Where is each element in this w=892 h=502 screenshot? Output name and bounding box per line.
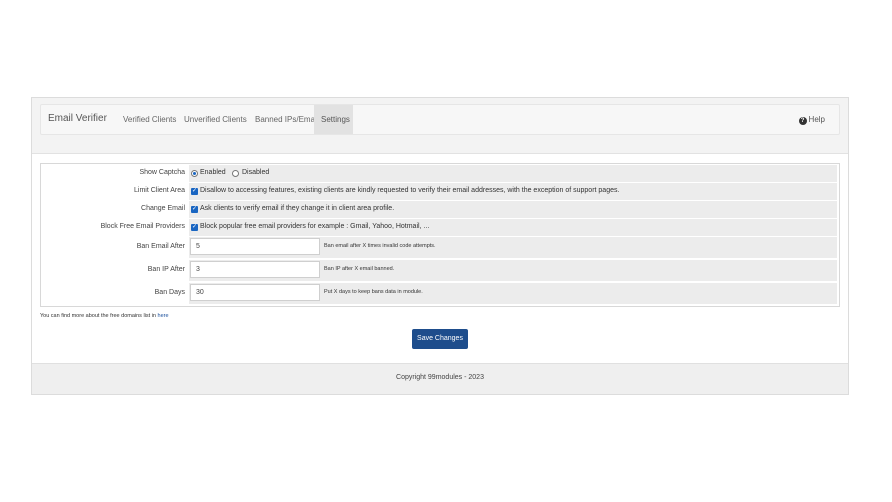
captcha-disabled-label: Disabled	[242, 169, 270, 176]
block-free-email-field: ✓ Block popular free email providers for…	[189, 219, 837, 236]
ban-days-label: Ban Days	[154, 289, 185, 296]
tab-unverified-clients[interactable]: Unverified Clients	[177, 105, 254, 134]
navbar: Email Verifier Verified Clients Unverifi…	[40, 104, 840, 135]
settings-form: Show Captcha Enabled Disabled Limit Clie…	[40, 163, 840, 307]
footer-copyright: Copyright 99modules - 2023	[32, 363, 848, 394]
ban-days-input[interactable]: 30	[190, 284, 320, 301]
ban-ip-after-input[interactable]: 3	[190, 261, 320, 278]
limit-client-area-checkbox[interactable]: ✓	[191, 188, 198, 195]
show-captcha-field: Enabled Disabled	[189, 165, 837, 182]
free-domains-note: You can find more about the free domains…	[40, 313, 169, 319]
tab-settings[interactable]: Settings	[314, 105, 353, 134]
question-circle-icon: ?	[798, 117, 807, 125]
limit-client-area-field: ✓ Disallow to accessing features, existi…	[189, 183, 837, 200]
block-free-email-text: Block popular free email providers for e…	[200, 223, 430, 230]
limit-client-area-label: Limit Client Area	[134, 187, 185, 194]
block-free-email-label: Block Free Email Providers	[100, 223, 185, 230]
free-domains-note-text: You can find more about the free domains…	[40, 313, 156, 319]
help-label: Help	[808, 115, 825, 124]
ban-email-after-field: 5 Ban email after X times invalid code a…	[189, 237, 837, 258]
setting-row-ban-ip-after: Ban IP After 3 Ban IP after X email bann…	[41, 259, 839, 282]
tab-verified-clients[interactable]: Verified Clients	[116, 105, 183, 134]
captcha-enabled-radio[interactable]	[191, 170, 198, 177]
ban-ip-after-label: Ban IP After	[147, 266, 185, 273]
setting-row-limit-client-area: Limit Client Area ✓ Disallow to accessin…	[41, 182, 839, 201]
setting-row-show-captcha: Show Captcha Enabled Disabled	[41, 164, 839, 183]
brand-title: Email Verifier	[48, 113, 107, 124]
block-free-email-checkbox[interactable]: ✓	[191, 224, 198, 231]
top-bar: Email Verifier Verified Clients Unverifi…	[32, 98, 848, 154]
setting-row-ban-email-after: Ban Email After 5 Ban email after X time…	[41, 236, 839, 259]
show-captcha-label: Show Captcha	[139, 169, 185, 176]
captcha-enabled-label: Enabled	[200, 169, 226, 176]
setting-row-change-email: Change Email ✓ Ask clients to verify ema…	[41, 200, 839, 219]
limit-client-area-text: Disallow to accessing features, existing…	[200, 187, 620, 194]
captcha-disabled-radio[interactable]	[232, 170, 239, 177]
ban-days-hint: Put X days to keep bans data in module.	[324, 289, 423, 295]
setting-row-ban-days: Ban Days 30 Put X days to keep bans data…	[41, 282, 839, 305]
module-panel: Email Verifier Verified Clients Unverifi…	[31, 97, 849, 395]
ban-days-field: 30 Put X days to keep bans data in modul…	[189, 283, 837, 304]
ban-ip-after-field: 3 Ban IP after X email banned.	[189, 260, 837, 281]
change-email-checkbox[interactable]: ✓	[191, 206, 198, 213]
save-changes-button[interactable]: Save Changes	[412, 329, 468, 349]
ban-ip-after-hint: Ban IP after X email banned.	[324, 266, 395, 272]
ban-email-after-input[interactable]: 5	[190, 238, 320, 255]
ban-email-after-hint: Ban email after X times invalid code att…	[324, 243, 436, 249]
change-email-label: Change Email	[141, 205, 185, 212]
ban-email-after-label: Ban Email After	[136, 243, 185, 250]
change-email-field: ✓ Ask clients to verify email if they ch…	[189, 201, 837, 218]
free-domains-link[interactable]: here	[158, 313, 169, 319]
help-link[interactable]: ? Help	[798, 105, 825, 134]
change-email-text: Ask clients to verify email if they chan…	[200, 205, 395, 212]
setting-row-block-free-email: Block Free Email Providers ✓ Block popul…	[41, 218, 839, 237]
